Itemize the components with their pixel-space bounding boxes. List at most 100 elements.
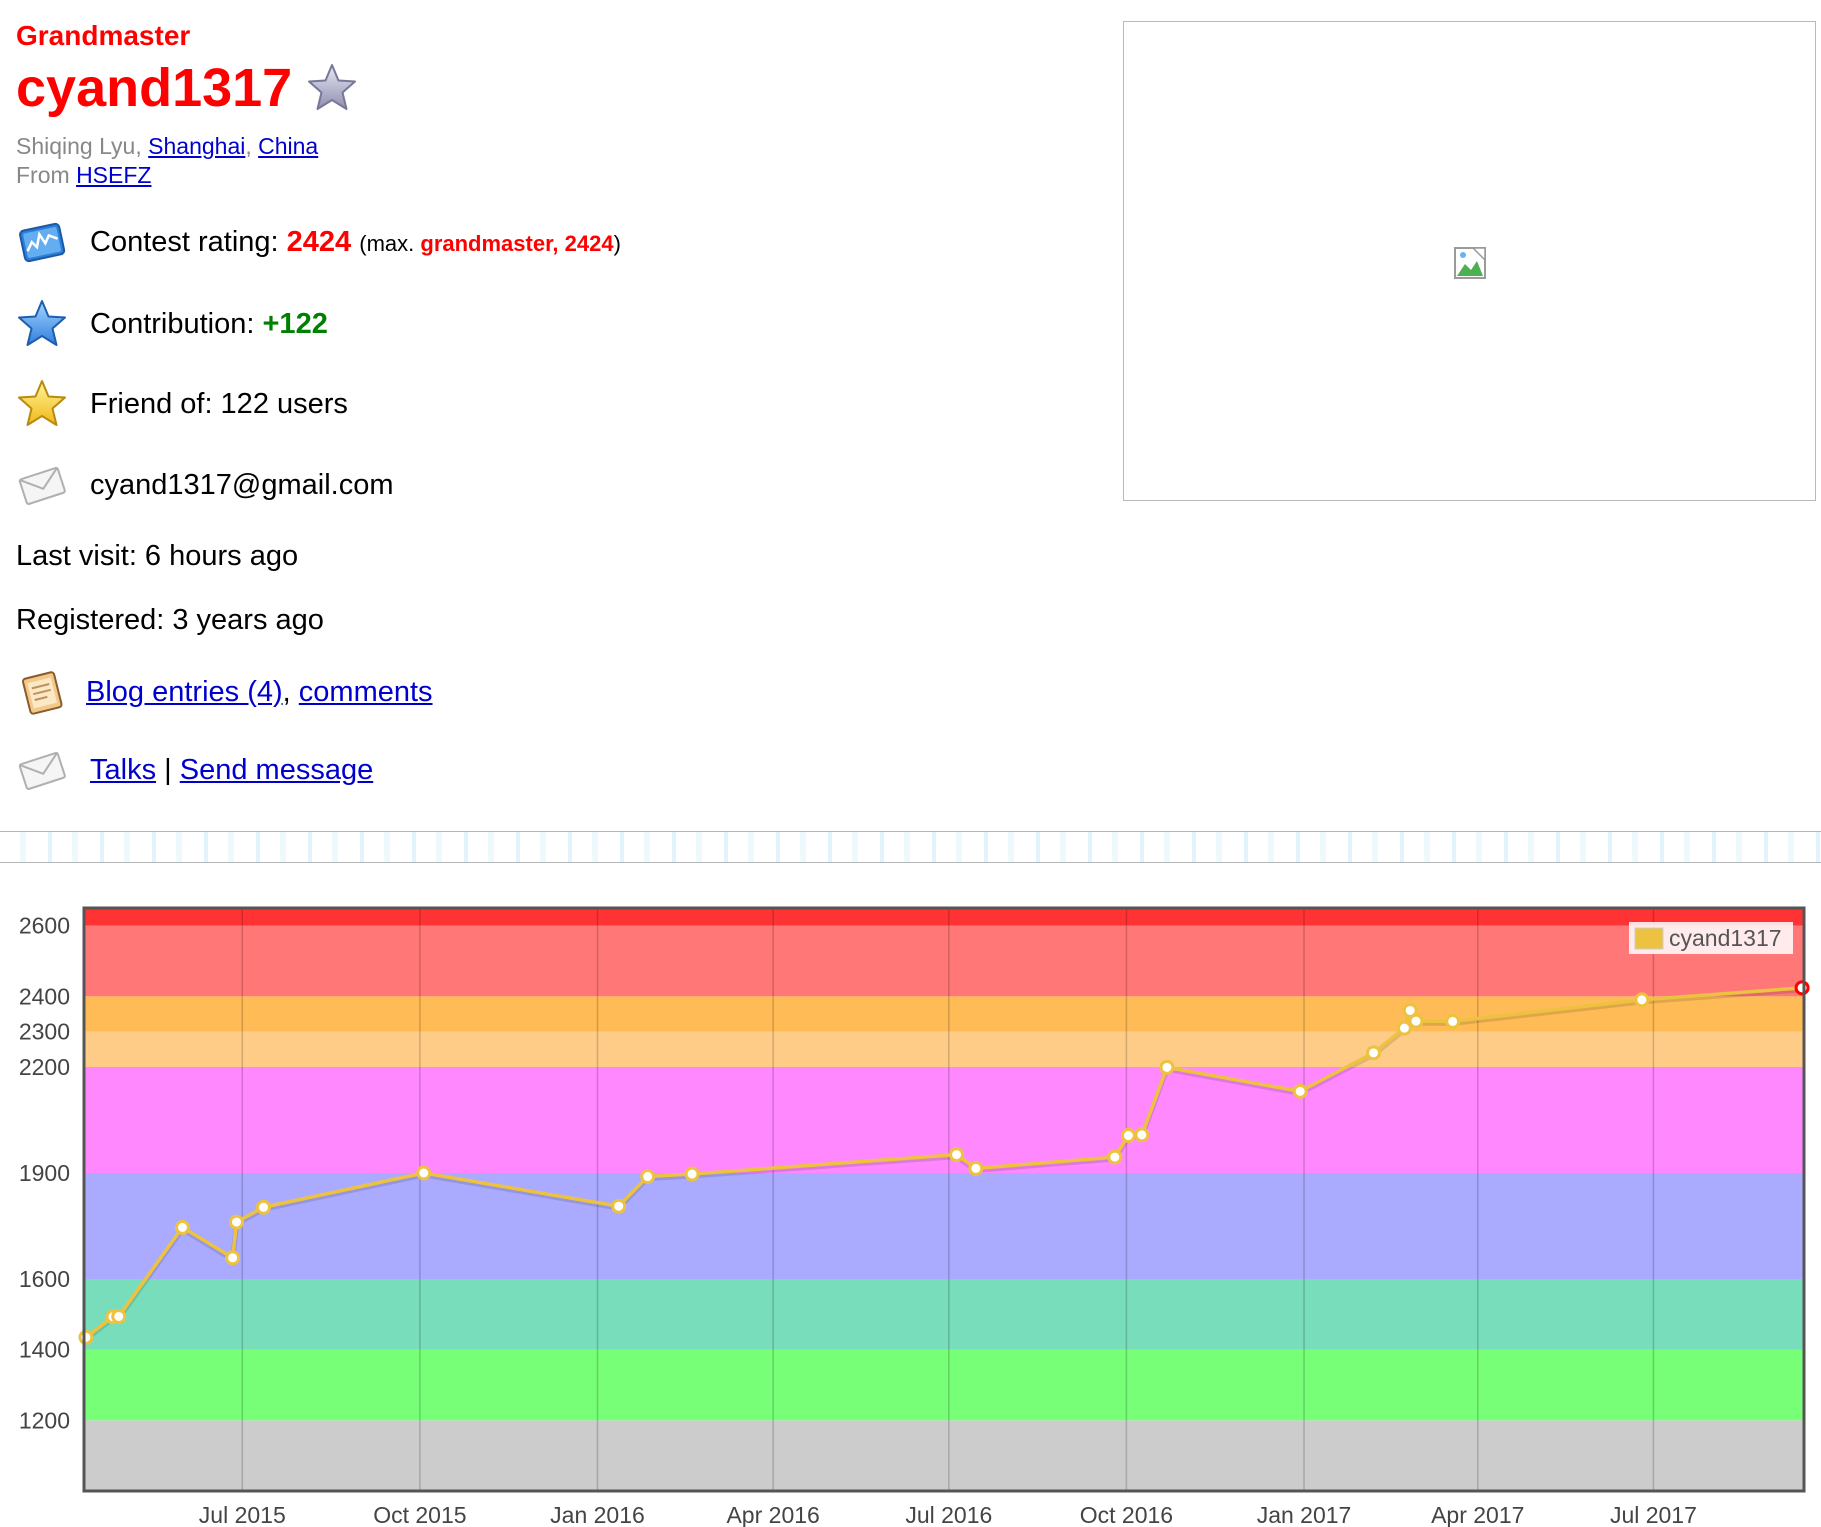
data-point bbox=[684, 1166, 700, 1182]
contest-rating-text: Contest rating: 2424 (max. grandmaster, … bbox=[90, 226, 621, 259]
blog-links: Blog entries (4), comments bbox=[86, 676, 433, 709]
data-point bbox=[416, 1165, 432, 1181]
send-message-link[interactable]: Send message bbox=[180, 754, 373, 786]
data-point bbox=[111, 1308, 127, 1324]
contest-rating-row: Contest rating: 2424 (max. grandmaster, … bbox=[16, 216, 621, 268]
separator-comma: , bbox=[282, 675, 291, 708]
data-point bbox=[1120, 1128, 1136, 1144]
data-point bbox=[1396, 1020, 1412, 1036]
broken-image-icon bbox=[1454, 247, 1486, 279]
city-link[interactable]: Shanghai bbox=[148, 133, 245, 159]
rating-chart: Jul 2015 Oct 2015 Jan 2016 Apr 2016 Jul 2016… bbox=[0, 890, 1821, 1527]
rank-title: Grandmaster bbox=[16, 20, 191, 51]
x-tick-label: Oct 2015 bbox=[373, 1502, 466, 1527]
separator-comma: , bbox=[245, 133, 259, 159]
data-point bbox=[1366, 1045, 1382, 1061]
user-handle: cyand1317 bbox=[16, 58, 293, 118]
data-point bbox=[1292, 1083, 1308, 1099]
last-visit: Last visit: 6 hours ago bbox=[16, 540, 299, 572]
max-close: ) bbox=[613, 230, 621, 256]
user-location-info: Shiqing Lyu, Shanghai, China From HSEFZ bbox=[16, 132, 1096, 190]
y-tick-label: 2200 bbox=[19, 1054, 70, 1080]
legend-swatch bbox=[1634, 927, 1664, 950]
notepad-icon bbox=[21, 671, 63, 715]
contribution-row: Contribution: +122 bbox=[16, 298, 328, 350]
legend-label: cyand1317 bbox=[1669, 925, 1782, 951]
envelope-icon bbox=[18, 466, 66, 505]
data-point bbox=[229, 1214, 245, 1230]
y-tick-label: 2300 bbox=[19, 1019, 70, 1045]
gold-star-icon bbox=[18, 380, 66, 426]
blue-star-icon bbox=[18, 300, 66, 346]
rating-chart-icon bbox=[19, 222, 66, 263]
comments-link[interactable]: comments bbox=[299, 676, 433, 708]
data-point bbox=[256, 1199, 272, 1215]
rating-band bbox=[84, 1279, 1804, 1350]
friends-text: Friend of: 122 users bbox=[90, 387, 348, 420]
blog-entries-link[interactable]: Blog entries (4) bbox=[86, 676, 283, 708]
x-tick-label: Jan 2017 bbox=[1257, 1502, 1352, 1527]
contribution-label: Contribution: bbox=[90, 307, 255, 340]
real-name: Shiqing Lyu bbox=[16, 133, 136, 159]
friends-row: Friend of: 122 users bbox=[16, 378, 348, 430]
data-point bbox=[1134, 1127, 1150, 1143]
data-point bbox=[611, 1198, 627, 1214]
data-point bbox=[1408, 1013, 1424, 1029]
separator-pipe: | bbox=[164, 753, 172, 786]
email-text: cyand1317@gmail.com bbox=[90, 468, 394, 501]
rating-band bbox=[84, 1349, 1804, 1421]
data-point bbox=[1107, 1149, 1123, 1165]
y-tick-label: 1900 bbox=[19, 1160, 70, 1186]
data-point bbox=[640, 1169, 656, 1185]
data-point bbox=[949, 1147, 965, 1163]
max-open: (max. bbox=[359, 230, 415, 256]
x-tick-label: Jul 2015 bbox=[199, 1502, 286, 1527]
x-tick-label: Jul 2017 bbox=[1610, 1502, 1697, 1527]
envelope-icon bbox=[18, 751, 66, 790]
y-tick-label: 2600 bbox=[19, 913, 70, 939]
talks-links: Talks | Send message bbox=[90, 754, 373, 787]
talks-link[interactable]: Talks bbox=[90, 754, 156, 786]
separator-comma: , bbox=[135, 133, 149, 159]
contribution-value: +122 bbox=[262, 307, 328, 340]
talks-row: Talks | Send message bbox=[16, 744, 373, 796]
data-point bbox=[1159, 1059, 1175, 1075]
data-point bbox=[78, 1329, 94, 1345]
country-link[interactable]: China bbox=[258, 133, 318, 159]
rating-band bbox=[84, 908, 1804, 926]
contribution-text: Contribution: +122 bbox=[90, 308, 328, 341]
x-tick-label: Jan 2016 bbox=[550, 1502, 645, 1527]
y-tick-label: 1200 bbox=[19, 1407, 70, 1433]
organization-link[interactable]: HSEFZ bbox=[76, 162, 151, 188]
rating-band bbox=[84, 925, 1804, 997]
email-row: cyand1317@gmail.com bbox=[16, 459, 393, 511]
rating-band bbox=[84, 1420, 1804, 1491]
profile-info: Grandmaster cyand1317 Shiqing Lyu, Shang… bbox=[16, 20, 1096, 190]
handle-row: cyand1317 bbox=[16, 56, 1096, 120]
x-tick-label: Apr 2016 bbox=[726, 1502, 819, 1527]
data-point bbox=[174, 1219, 190, 1235]
rating-chart-svg: Jul 2015 Oct 2015 Jan 2016 Apr 2016 Jul 2016… bbox=[19, 906, 1810, 1527]
data-point bbox=[1634, 992, 1650, 1008]
y-tick-label: 1600 bbox=[19, 1266, 70, 1292]
avatar-frame bbox=[1123, 21, 1816, 501]
data-point bbox=[968, 1160, 984, 1176]
blog-row: Blog entries (4), comments bbox=[16, 666, 433, 718]
y-tick-label: 2400 bbox=[19, 983, 70, 1009]
from-label: From bbox=[16, 162, 70, 188]
rating-value: 2424 bbox=[286, 225, 352, 258]
registered: Registered: 3 years ago bbox=[16, 604, 324, 636]
data-point bbox=[1445, 1013, 1461, 1029]
data-point bbox=[1794, 980, 1810, 996]
x-tick-label: Jul 2016 bbox=[905, 1502, 992, 1527]
x-tick-label: Apr 2017 bbox=[1431, 1502, 1524, 1527]
rating-label: Contest rating: bbox=[90, 225, 279, 258]
favorite-star-icon[interactable] bbox=[306, 62, 358, 114]
data-point bbox=[225, 1250, 241, 1266]
section-divider bbox=[0, 831, 1821, 863]
rating-band bbox=[84, 1031, 1804, 1067]
max-rating: (max. grandmaster, 2424) bbox=[359, 231, 621, 256]
x-tick-label: Oct 2016 bbox=[1080, 1502, 1173, 1527]
y-tick-label: 1400 bbox=[19, 1337, 70, 1363]
max-rank-value: grandmaster, 2424 bbox=[420, 230, 614, 256]
